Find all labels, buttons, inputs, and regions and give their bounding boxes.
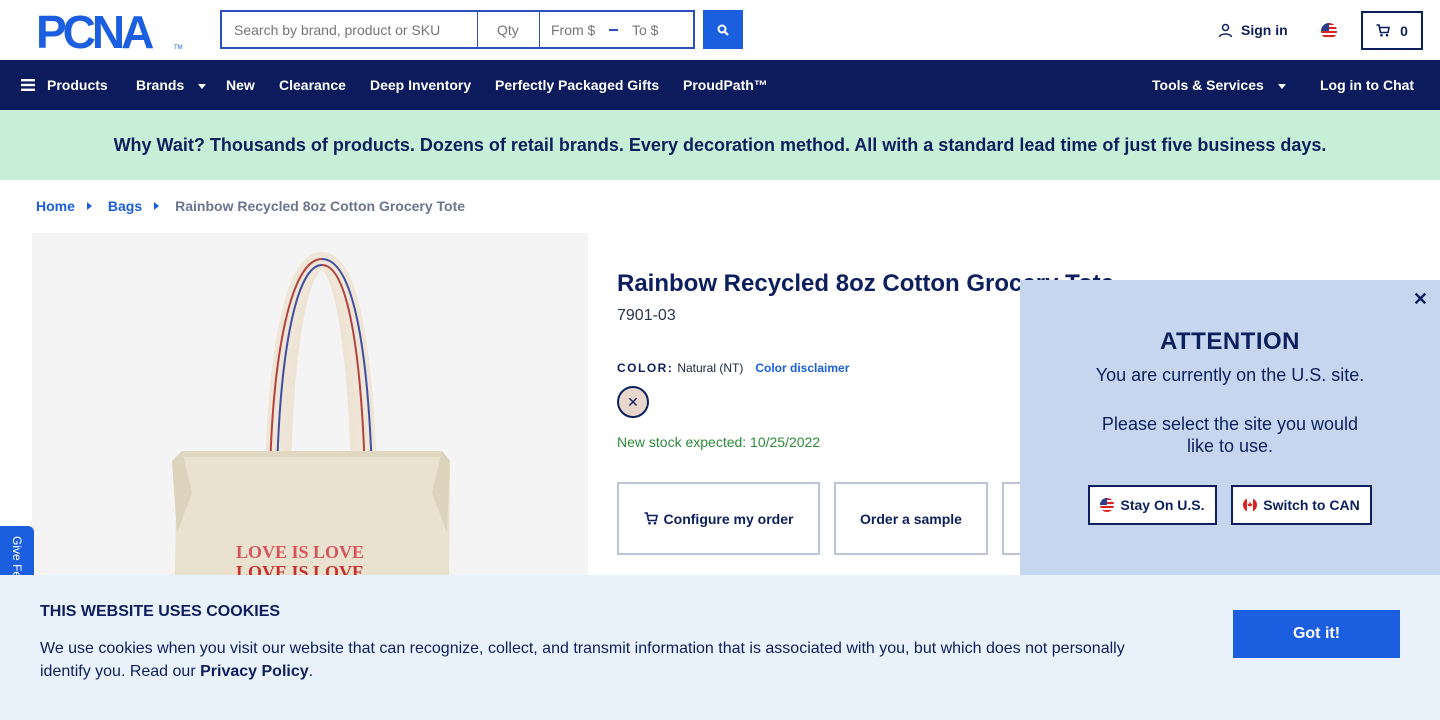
us-flag-icon [1100,498,1115,512]
search-button[interactable] [703,10,743,49]
more-actions-button[interactable] [1002,482,1022,555]
us-flag-icon[interactable] [1321,23,1337,39]
search-input[interactable] [220,10,478,49]
cookie-period: . [308,663,314,680]
product-sku: 7901-03 [617,307,676,324]
configure-order-button[interactable]: Configure my order [617,482,820,555]
color-row: COLOR: Natural (NT) Color disclaimer [617,361,849,375]
search-bar [220,10,695,49]
price-to-input[interactable] [632,21,682,38]
canada-flag-icon [1243,498,1258,512]
nav-brands[interactable]: Brands [136,77,207,93]
color-swatch-natural[interactable]: ✕ [617,386,649,418]
chevron-down-icon [198,83,207,89]
nav-clearance[interactable]: Clearance [279,77,346,93]
cookie-title: THIS WEBSITE USES COOKIES [40,603,281,620]
cookie-banner: THIS WEBSITE USES COOKIES We use cookies… [0,575,1440,720]
main-nav: Products Brands New Clearance Deep Inven… [0,60,1440,110]
nav-brands-label: Brands [136,77,185,93]
cookie-accept-button[interactable]: Got it! [1233,610,1400,658]
user-icon [1218,23,1233,37]
qty-input[interactable] [478,10,540,49]
nav-products[interactable]: Products [21,77,108,93]
color-value: Natural (NT) [677,361,744,375]
swatch-x-icon: ✕ [627,393,639,410]
stay-us-label: Stay On U.S. [1120,497,1205,513]
promo-banner: Why Wait? Thousands of products. Dozens … [0,110,1440,180]
cookie-text: We use cookies when you visit our websit… [40,637,1160,683]
nav-deep-inventory-label: Deep Inventory [370,77,472,93]
nav-chat[interactable]: Log in to Chat [1320,77,1414,93]
nav-tools[interactable]: Tools & Services [1152,77,1286,93]
switch-can-button[interactable]: Switch to CAN [1231,485,1372,525]
nav-proudpath-label: ProudPath™ [683,77,768,93]
stock-status: New stock expected: 10/25/2022 [617,434,821,450]
configure-order-label: Configure my order [663,510,794,527]
pcna-logo[interactable]: PCNA TM [36,6,184,58]
nav-proudpath[interactable]: ProudPath™ [683,77,768,93]
nav-new-label: New [226,77,255,93]
svg-text:TM: TM [174,45,183,50]
breadcrumb-bags[interactable]: Bags [108,198,142,214]
caret-right-icon [154,202,160,210]
privacy-policy-link[interactable]: Privacy Policy [200,663,309,680]
search-icon [717,24,729,36]
nav-gifts[interactable]: Perfectly Packaged Gifts [495,77,659,93]
nav-clearance-label: Clearance [279,77,346,93]
sign-in-link[interactable]: Sign in [1218,22,1288,38]
order-sample-label: Order a sample [860,510,962,527]
cart-icon [1376,24,1391,37]
stay-us-button[interactable]: Stay On U.S. [1088,485,1217,525]
site-selector-popup: ✕ ATTENTION You are currently on the U.S… [1020,280,1440,576]
menu-icon [21,79,35,91]
nav-gifts-label: Perfectly Packaged Gifts [495,77,660,93]
order-sample-button[interactable]: Order a sample [834,482,988,555]
close-icon[interactable]: ✕ [1413,289,1428,310]
color-disclaimer-link[interactable]: Color disclaimer [755,361,849,375]
caret-right-icon [86,202,92,210]
nav-deep-inventory[interactable]: Deep Inventory [370,77,471,93]
svg-text:PCNA: PCNA [36,12,153,50]
switch-can-label: Switch to CAN [1263,497,1360,513]
color-label: COLOR: [617,361,674,375]
price-from-input[interactable] [551,21,601,38]
promo-text: Why Wait? Thousands of products. Dozens … [113,134,1327,155]
breadcrumb-home[interactable]: Home [36,198,75,214]
chevron-down-icon [1277,83,1286,89]
svg-text:LOVE IS LOVE: LOVE IS LOVE [236,542,364,562]
nav-products-label: Products [47,77,108,93]
breadcrumb-current: Rainbow Recycled 8oz Cotton Grocery Tote [175,198,466,214]
sign-in-label: Sign in [1241,22,1288,38]
popup-current-site-text: You are currently on the U.S. site. [1095,365,1365,385]
nav-chat-label: Log in to Chat [1320,77,1415,93]
top-header: PCNA TM Sign in [0,0,1440,60]
price-range [540,10,695,49]
price-dash [609,28,618,31]
popup-select-site-text: Please select the site you would like to… [1101,414,1359,456]
nav-tools-label: Tools & Services [1152,77,1264,93]
cart-button[interactable]: 0 [1361,11,1423,50]
cart-count: 0 [1400,22,1408,39]
nav-new[interactable]: New [226,77,255,93]
breadcrumb: Home Bags Rainbow Recycled 8oz Cotton Gr… [36,198,465,214]
popup-title: ATTENTION [1159,328,1301,355]
cart-icon [644,512,658,525]
